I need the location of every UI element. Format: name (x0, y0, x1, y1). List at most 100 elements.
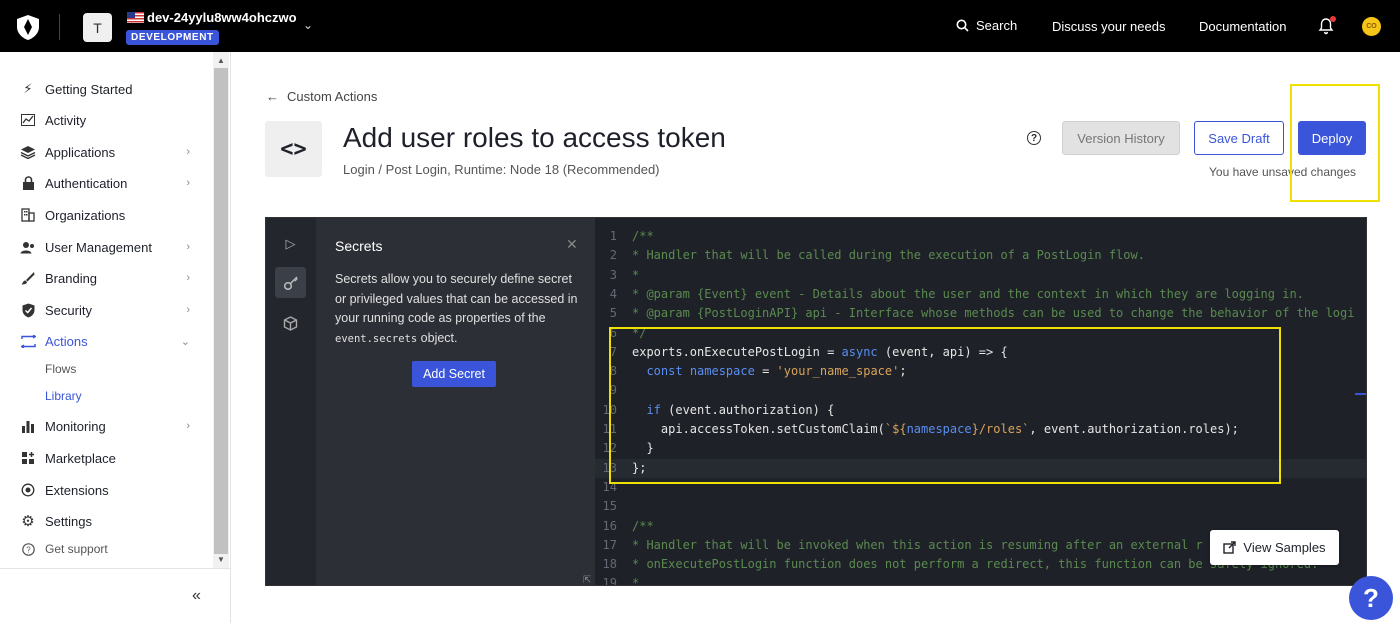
line-number: 19 (602, 576, 617, 586)
scroll-down-arrow-icon[interactable]: ▼ (217, 555, 225, 564)
play-icon[interactable]: ▷ (275, 228, 306, 259)
key-icon[interactable] (275, 267, 306, 298)
question-circle-icon: ? (20, 541, 36, 557)
sidebar-item-extensions[interactable]: Extensions (20, 480, 190, 500)
secrets-panel: Secrets ✕ Secrets allow you to securely … (316, 218, 595, 585)
save-draft-button[interactable]: Save Draft (1194, 121, 1284, 155)
sidebar-item-label: Settings (45, 513, 92, 529)
page-title: Add user roles to access token (343, 122, 726, 153)
code-text: /** (632, 229, 654, 243)
line-number: 4 (609, 286, 617, 301)
tenant-avatar[interactable]: T (83, 13, 112, 42)
back-link[interactable]: ← Custom Actions (266, 89, 377, 104)
search-button[interactable]: Search (956, 18, 1017, 33)
notification-dot (1330, 16, 1336, 22)
brush-icon (20, 270, 36, 286)
code-text: * Handler that will be invoked when this… (632, 537, 1203, 552)
add-secret-button[interactable]: Add Secret (412, 361, 496, 387)
line-number: 2 (609, 248, 617, 263)
chevron-down-icon[interactable]: ⌄ (303, 18, 313, 32)
code-line: 1 /** (595, 227, 1366, 246)
grid-plus-icon (20, 450, 36, 466)
sidebar-footer: « (0, 568, 230, 623)
sidebar-item-user-management[interactable]: User Management › (20, 237, 190, 257)
view-samples-button[interactable]: View Samples (1210, 530, 1339, 565)
scrollbar-thumb[interactable] (214, 68, 228, 554)
sidebar-item-label: Monitoring (45, 418, 106, 434)
external-link-icon (1223, 541, 1237, 554)
code-line: 5 * @param {PostLoginAPI} api - Interface… (595, 304, 1366, 323)
gear-icon: ⚙ (21, 513, 35, 530)
code-text: /** (632, 518, 654, 533)
code-text: * @param {PostLoginAPI} api - Interface … (632, 306, 1355, 321)
view-samples-label: View Samples (1243, 540, 1326, 555)
line-number: 16 (602, 518, 617, 533)
search-icon (956, 19, 969, 32)
arrow-left-icon: ← (266, 89, 279, 104)
bar-chart-icon (20, 418, 36, 434)
line-number: 18 (602, 557, 617, 572)
lock-icon (20, 175, 36, 191)
collapse-sidebar-button[interactable]: « (192, 587, 201, 605)
auth0-logo-icon[interactable] (14, 13, 42, 41)
sidebar-item-monitoring[interactable]: Monitoring › (20, 416, 190, 436)
get-support-label: Get support (45, 542, 108, 556)
sidebar-item-label: Branding (45, 270, 98, 286)
tenant-name[interactable]: dev-24yylu8ww4ohczwo (147, 10, 297, 25)
sidebar-item-label: Authentication (45, 175, 128, 191)
back-link-label: Custom Actions (287, 89, 378, 104)
actions-icon (20, 333, 36, 349)
version-history-button[interactable]: Version History (1062, 121, 1180, 155)
sidebar-scrollbar[interactable]: ▲ ▼ (213, 52, 229, 568)
sidebar-item-label: Applications (45, 144, 116, 160)
environment-badge: DEVELOPMENT (126, 30, 219, 45)
package-icon[interactable] (275, 308, 306, 339)
svg-text:?: ? (26, 545, 31, 554)
extensions-icon (20, 482, 36, 498)
discuss-link[interactable]: Discuss your needs (1052, 19, 1165, 34)
sidebar-item-label: User Management (45, 239, 152, 255)
top-bar: T dev-24yylu8ww4ohczwo DEVELOPMENT ⌄ Sea… (0, 0, 1400, 52)
sidebar-item-getting-started[interactable]: ⚡ Getting Started (20, 79, 190, 99)
sidebar-subitem-library[interactable]: Library (45, 389, 82, 403)
secrets-desc-code: event.secrets (335, 332, 418, 345)
sidebar-item-branding[interactable]: Branding › (20, 268, 190, 288)
building-icon (20, 207, 36, 223)
documentation-link[interactable]: Documentation (1199, 19, 1286, 34)
us-flag-icon (127, 12, 144, 23)
sidebar-item-settings[interactable]: ⚙ Settings (20, 511, 190, 531)
topbar-divider (59, 14, 60, 40)
code-line: 19 * (595, 574, 1366, 586)
sidebar-item-organizations[interactable]: Organizations (20, 205, 190, 225)
help-icon[interactable]: ? (1027, 131, 1041, 145)
sidebar-item-authentication[interactable]: Authentication › (20, 173, 190, 193)
sidebar-item-marketplace[interactable]: Marketplace (20, 448, 190, 468)
users-icon (20, 239, 36, 255)
code-line: 15 (595, 497, 1366, 516)
chevron-right-icon: › (186, 272, 190, 284)
code-highlight-box (609, 327, 1281, 484)
help-fab-button[interactable]: ? (1349, 576, 1393, 620)
sidebar-item-actions[interactable]: Actions ⌄ (20, 331, 190, 351)
code-icon: <> (265, 121, 322, 177)
resize-grip-icon[interactable]: ⇱ (583, 575, 591, 586)
code-line: 4 * @param {Event} event - Details about … (595, 285, 1366, 304)
sidebar-item-applications[interactable]: Applications › (20, 142, 190, 162)
sidebar-item-security[interactable]: Security › (20, 300, 190, 320)
get-support-link[interactable]: ? Get support (20, 539, 190, 559)
close-icon[interactable]: ✕ (566, 236, 578, 253)
sidebar-item-label: Extensions (45, 482, 109, 498)
layers-icon (20, 144, 36, 160)
secrets-title: Secrets (335, 238, 383, 254)
line-number: 5 (609, 306, 617, 321)
page-subtitle: Login / Post Login, Runtime: Node 18 (Re… (343, 162, 660, 177)
code-text: * (632, 576, 640, 586)
line-number: 17 (602, 537, 617, 552)
scroll-up-arrow-icon[interactable]: ▲ (217, 56, 225, 65)
user-avatar[interactable]: CO (1362, 17, 1381, 36)
line-number: 15 (602, 499, 617, 514)
sidebar-item-label: Security (45, 302, 92, 318)
sidebar-item-label: Getting Started (45, 81, 133, 97)
sidebar-item-activity[interactable]: Activity (20, 110, 190, 130)
sidebar-subitem-flows[interactable]: Flows (45, 362, 76, 376)
